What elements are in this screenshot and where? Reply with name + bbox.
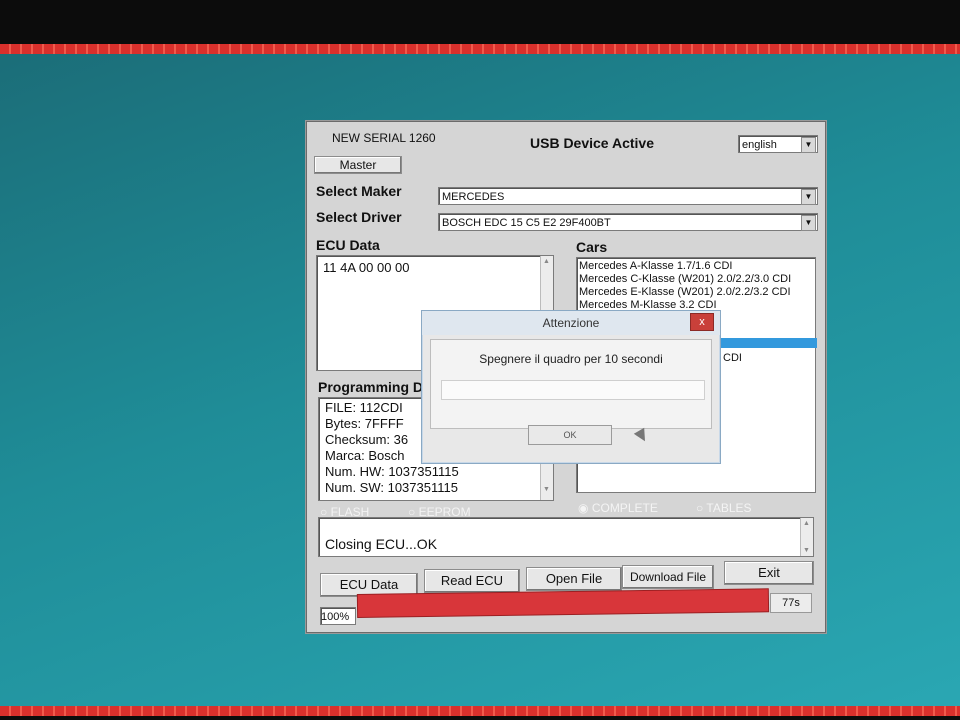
- attention-dialog: Attenzione x Spegnere il quadro per 10 s…: [421, 310, 721, 464]
- list-item[interactable]: Mercedes A-Klasse 1.7/1.6 CDI: [579, 260, 813, 273]
- language-select[interactable]: english ▼: [738, 135, 818, 153]
- select-maker-label: Select Maker: [316, 183, 402, 199]
- dialog-body: Spegnere il quadro per 10 secondi: [430, 339, 712, 429]
- scroll-up-icon[interactable]: ▲: [543, 258, 550, 265]
- cars-label: Cars: [576, 239, 608, 255]
- read-ecu-button[interactable]: Read ECU: [424, 569, 520, 593]
- language-value: english: [742, 139, 777, 151]
- chevron-down-icon[interactable]: ▼: [801, 189, 816, 205]
- radio-tables[interactable]: ○ TABLES: [696, 501, 752, 515]
- chevron-down-icon[interactable]: ▼: [801, 215, 816, 231]
- close-icon[interactable]: x: [690, 313, 714, 331]
- exit-button[interactable]: Exit: [724, 561, 814, 585]
- dialog-field: [441, 380, 705, 400]
- hw-line: Num. HW: 1037351115: [325, 464, 459, 479]
- chevron-down-icon[interactable]: ▼: [801, 137, 816, 153]
- screen-border-top: [0, 44, 960, 54]
- radio-complete-label: COMPLETE: [591, 501, 658, 515]
- maker-select[interactable]: MERCEDES ▼: [438, 187, 818, 205]
- status-box: Closing ECU...OK ▲ ▼: [318, 517, 814, 557]
- programming-data-label: Programming D: [318, 379, 424, 395]
- list-item-partial[interactable]: CDI: [723, 352, 742, 365]
- radio-tables-label: TABLES: [706, 501, 752, 515]
- scroll-up-icon[interactable]: ▲: [803, 520, 810, 527]
- ecu-data-label: ECU Data: [316, 237, 380, 253]
- maker-value: MERCEDES: [442, 191, 505, 203]
- open-file-button[interactable]: Open File: [526, 567, 622, 591]
- radio-complete[interactable]: ◉ COMPLETE: [578, 501, 658, 515]
- driver-select[interactable]: BOSCH EDC 15 C5 E2 29F400BT ▼: [438, 213, 818, 231]
- ok-button[interactable]: OK: [528, 425, 612, 445]
- download-file-button[interactable]: Download File: [622, 565, 714, 589]
- serial-label: NEW SERIAL 1260: [332, 131, 436, 145]
- screen-border-bottom: [0, 706, 960, 716]
- driver-value: BOSCH EDC 15 C5 E2 29F400BT: [442, 217, 611, 229]
- device-status: USB Device Active: [530, 135, 654, 151]
- master-button[interactable]: Master: [314, 156, 402, 174]
- dialog-message: Spegnere il quadro per 10 secondi: [479, 352, 663, 366]
- status-scrollbar[interactable]: ▲ ▼: [800, 518, 813, 556]
- progress-time: 77s: [770, 593, 812, 613]
- sw-line: Num. SW: 1037351115: [325, 480, 458, 495]
- scroll-down-icon[interactable]: ▼: [543, 482, 550, 498]
- selected-list-item[interactable]: [707, 338, 817, 348]
- progress-percent: 100%: [320, 607, 356, 625]
- status-text: Closing ECU...OK: [325, 536, 438, 552]
- scroll-down-icon[interactable]: ▼: [803, 547, 810, 554]
- progress-bar: [357, 589, 769, 617]
- dialog-title: Attenzione: [422, 311, 720, 335]
- select-driver-label: Select Driver: [316, 209, 402, 225]
- list-item[interactable]: Mercedes E-Klasse (W201) 2.0/2.2/3.2 CDI: [579, 286, 813, 299]
- list-item[interactable]: Mercedes C-Klasse (W201) 2.0/2.2/3.0 CDI: [579, 273, 813, 286]
- ecu-data-value: 11 4A 00 00 00: [323, 260, 410, 275]
